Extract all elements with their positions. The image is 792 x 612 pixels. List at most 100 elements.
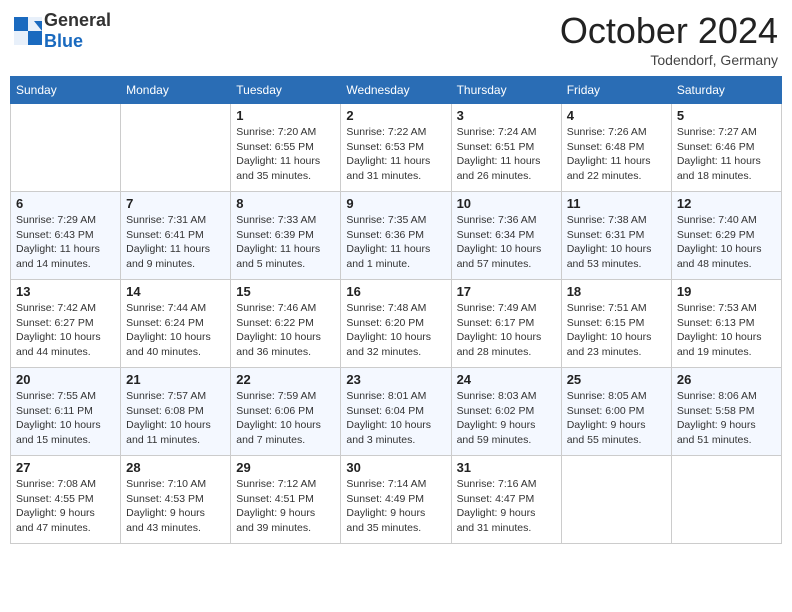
logo-icon [14,17,42,45]
page-header: General Blue October 2024 Todendorf, Ger… [10,10,782,68]
day-number: 12 [677,196,776,211]
logo-general-text: General [44,10,111,30]
calendar-cell: 17 Sunrise: 7:49 AMSunset: 6:17 PMDayligh… [451,280,561,368]
day-info: Sunrise: 7:49 AMSunset: 6:17 PMDaylight:… [457,301,556,360]
calendar-cell: 25 Sunrise: 8:05 AMSunset: 6:00 PMDayligh… [561,368,671,456]
day-number: 25 [567,372,666,387]
calendar-cell: 12 Sunrise: 7:40 AMSunset: 6:29 PMDayligh… [671,192,781,280]
day-info: Sunrise: 7:26 AMSunset: 6:48 PMDaylight:… [567,125,666,184]
day-number: 3 [457,108,556,123]
calendar-cell: 31Sunrise: 7:16 AMSunset: 4:47 PMDayligh… [451,456,561,544]
calendar-cell: 8Sunrise: 7:33 AMSunset: 6:39 PMDaylight… [231,192,341,280]
day-number: 23 [346,372,445,387]
day-number: 11 [567,196,666,211]
calendar-cell: 21Sunrise: 7:57 AMSunset: 6:08 PMDayligh… [121,368,231,456]
calendar-cell: 5Sunrise: 7:27 AMSunset: 6:46 PMDaylight… [671,104,781,192]
title-block: October 2024 Todendorf, Germany [560,10,778,68]
day-info: Sunrise: 7:29 AMSunset: 6:43 PMDaylight:… [16,213,115,272]
calendar-week-row: 13Sunrise: 7:42 AMSunset: 6:27 PMDayligh… [11,280,782,368]
day-number: 14 [126,284,225,299]
day-number: 5 [677,108,776,123]
day-info: Sunrise: 7:46 AMSunset: 6:22 PMDaylight:… [236,301,335,360]
day-number: 20 [16,372,115,387]
day-number: 6 [16,196,115,211]
day-number: 18 [567,284,666,299]
day-info: Sunrise: 7:38 AMSunset: 6:31 PMDaylight:… [567,213,666,272]
day-info: Sunrise: 7:20 AMSunset: 6:55 PMDaylight:… [236,125,335,184]
calendar-cell: 28 Sunrise: 7:10 AMSunset: 4:53 PMDayligh… [121,456,231,544]
calendar-cell [671,456,781,544]
weekday-header: Wednesday [341,77,451,104]
day-number: 22 [236,372,335,387]
logo-blue-text: Blue [44,31,83,51]
day-number: 17 [457,284,556,299]
day-info: Sunrise: 8:03 AMSunset: 6:02 PMDaylight:… [457,389,556,448]
day-number: 24 [457,372,556,387]
day-number: 30 [346,460,445,475]
day-info: Sunrise: 7:31 AMSunset: 6:41 PMDaylight:… [126,213,225,272]
day-info: Sunrise: 7:48 AMSunset: 6:20 PMDaylight:… [346,301,445,360]
day-number: 10 [457,196,556,211]
day-info: Sunrise: 7:55 AMSunset: 6:11 PMDaylight:… [16,389,115,448]
weekday-header: Sunday [11,77,121,104]
day-number: 16 [346,284,445,299]
day-info: Sunrise: 7:24 AMSunset: 6:51 PMDaylight:… [457,125,556,184]
day-info: Sunrise: 8:05 AMSunset: 6:00 PMDaylight:… [567,389,666,448]
weekday-header: Monday [121,77,231,104]
calendar-cell: 18 Sunrise: 7:51 AMSunset: 6:15 PMDayligh… [561,280,671,368]
calendar-cell: 16 Sunrise: 7:48 AMSunset: 6:20 PMDayligh… [341,280,451,368]
weekday-header: Saturday [671,77,781,104]
day-number: 4 [567,108,666,123]
day-info: Sunrise: 7:51 AMSunset: 6:15 PMDaylight:… [567,301,666,360]
calendar-cell: 6 Sunrise: 7:29 AMSunset: 6:43 PMDaylight… [11,192,121,280]
calendar-table: SundayMondayTuesdayWednesdayThursdayFrid… [10,76,782,544]
calendar-cell: 14 Sunrise: 7:44 AMSunset: 6:24 PMDayligh… [121,280,231,368]
calendar-cell: 26Sunrise: 8:06 AMSunset: 5:58 PMDayligh… [671,368,781,456]
calendar-cell: 7Sunrise: 7:31 AMSunset: 6:41 PMDaylight… [121,192,231,280]
day-number: 27 [16,460,115,475]
day-number: 2 [346,108,445,123]
month-title: October 2024 [560,10,778,52]
calendar-cell: 4 Sunrise: 7:26 AMSunset: 6:48 PMDaylight… [561,104,671,192]
day-info: Sunrise: 7:22 AMSunset: 6:53 PMDaylight:… [346,125,445,184]
calendar-cell: 29Sunrise: 7:12 AMSunset: 4:51 PMDayligh… [231,456,341,544]
weekday-header: Friday [561,77,671,104]
day-info: Sunrise: 7:36 AMSunset: 6:34 PMDaylight:… [457,213,556,272]
calendar-cell: 11 Sunrise: 7:38 AMSunset: 6:31 PMDayligh… [561,192,671,280]
calendar-week-row: 27 Sunrise: 7:08 AMSunset: 4:55 PMDayligh… [11,456,782,544]
calendar-cell: 15 Sunrise: 7:46 AMSunset: 6:22 PMDayligh… [231,280,341,368]
day-info: Sunrise: 8:06 AMSunset: 5:58 PMDaylight:… [677,389,776,448]
day-number: 31 [457,460,556,475]
location: Todendorf, Germany [560,52,778,68]
calendar-cell: 3 Sunrise: 7:24 AMSunset: 6:51 PMDaylight… [451,104,561,192]
calendar-cell: 19Sunrise: 7:53 AMSunset: 6:13 PMDayligh… [671,280,781,368]
day-number: 8 [236,196,335,211]
day-info: Sunrise: 7:44 AMSunset: 6:24 PMDaylight:… [126,301,225,360]
calendar-cell [11,104,121,192]
day-info: Sunrise: 7:40 AMSunset: 6:29 PMDaylight:… [677,213,776,272]
calendar-week-row: 20 Sunrise: 7:55 AMSunset: 6:11 PMDayligh… [11,368,782,456]
day-number: 9 [346,196,445,211]
calendar-cell: 9Sunrise: 7:35 AMSunset: 6:36 PMDaylight… [341,192,451,280]
calendar-cell [121,104,231,192]
calendar-cell: 13Sunrise: 7:42 AMSunset: 6:27 PMDayligh… [11,280,121,368]
calendar-cell: 10 Sunrise: 7:36 AMSunset: 6:34 PMDayligh… [451,192,561,280]
weekday-header-row: SundayMondayTuesdayWednesdayThursdayFrid… [11,77,782,104]
day-info: Sunrise: 7:14 AMSunset: 4:49 PMDaylight:… [346,477,445,536]
day-number: 15 [236,284,335,299]
calendar-cell [561,456,671,544]
calendar-cell: 2 Sunrise: 7:22 AMSunset: 6:53 PMDaylight… [341,104,451,192]
day-info: Sunrise: 7:10 AMSunset: 4:53 PMDaylight:… [126,477,225,536]
calendar-cell: 20 Sunrise: 7:55 AMSunset: 6:11 PMDayligh… [11,368,121,456]
calendar-cell: 24 Sunrise: 8:03 AMSunset: 6:02 PMDayligh… [451,368,561,456]
calendar-cell: 27 Sunrise: 7:08 AMSunset: 4:55 PMDayligh… [11,456,121,544]
calendar-cell: 22 Sunrise: 7:59 AMSunset: 6:06 PMDayligh… [231,368,341,456]
day-info: Sunrise: 7:59 AMSunset: 6:06 PMDaylight:… [236,389,335,448]
day-number: 29 [236,460,335,475]
calendar-cell: 30 Sunrise: 7:14 AMSunset: 4:49 PMDayligh… [341,456,451,544]
day-info: Sunrise: 7:08 AMSunset: 4:55 PMDaylight:… [16,477,115,536]
weekday-header: Thursday [451,77,561,104]
day-number: 28 [126,460,225,475]
day-number: 21 [126,372,225,387]
logo: General Blue [14,10,111,52]
